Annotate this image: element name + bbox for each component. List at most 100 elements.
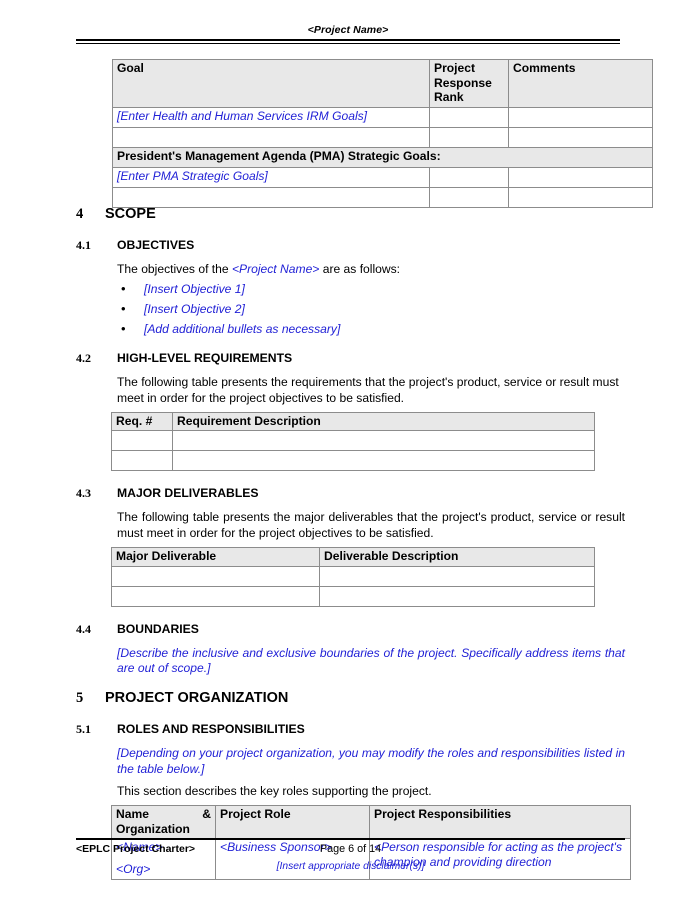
objective-1-text: [Insert Objective 1] — [144, 282, 245, 297]
goals-cell-pma-rank[interactable] — [429, 166, 509, 188]
objective-2-text: [Insert Objective 2] — [144, 302, 245, 317]
list-item[interactable]: • [Insert Objective 1] — [117, 279, 625, 299]
deliverables-col-description: Deliverable Description — [319, 547, 595, 567]
header-rule — [76, 39, 620, 44]
heading-scope-title: SCOPE — [105, 206, 156, 222]
requirements-intro: The following table presents the require… — [117, 375, 619, 405]
goals-cell-pma-comments[interactable] — [508, 166, 653, 188]
heading-roles-title: ROLES AND RESPONSIBILITIES — [117, 722, 305, 737]
heading-boundaries-title: BOUNDARIES — [117, 621, 199, 636]
goals-cell-pma-heading: President's Management Agenda (PMA) Stra… — [112, 146, 653, 168]
footer-disclaimer[interactable]: [Insert appropriate disclaimer(s)] — [76, 860, 625, 873]
heading-objectives-number: 4.1 — [76, 238, 91, 252]
footer-row: <EPLC Project Charter> Page 6 of 14 — [76, 843, 625, 857]
bullet-icon: • — [121, 321, 126, 337]
requirements-col-description: Requirement Description — [172, 411, 595, 432]
document-page: <Project Name> Goal Project Response Ran… — [0, 0, 696, 900]
bullet-icon: • — [121, 301, 126, 317]
list-item[interactable]: • [Add additional bullets as necessary] — [117, 319, 625, 339]
list-item[interactable]: • [Insert Objective 2] — [117, 299, 625, 319]
objectives-intro-before: The objectives of the — [117, 262, 232, 276]
requirements-table-head: Req. # Requirement Description — [111, 411, 595, 432]
requirements-col-req-number: Req. # — [111, 411, 173, 432]
heading-objectives-title: OBJECTIVES — [117, 238, 195, 252]
footer-rule — [76, 838, 625, 840]
deliverables-cell-desc-2[interactable] — [319, 585, 595, 607]
boundaries-placeholder[interactable]: [Describe the inclusive and exclusive bo… — [76, 646, 625, 677]
deliverables-cell-name-2[interactable] — [111, 585, 320, 607]
table-header-row: Req. # Requirement Description — [111, 411, 595, 432]
table-row: [Enter Health and Human Services IRM Goa… — [112, 106, 653, 128]
heading-scope-number: 4 — [76, 206, 84, 222]
roles-col-name-organization: Name & Organization — [111, 805, 216, 840]
heading-scope: 4 SCOPE — [76, 206, 625, 223]
roles-col-organization-word: Organization — [116, 821, 190, 836]
goals-table-head: Goal Project Response Rank Comments — [112, 59, 653, 108]
heading-boundaries-number: 4.4 — [76, 621, 91, 636]
requirements-cell-desc-1[interactable] — [172, 430, 595, 452]
table-row — [111, 585, 595, 607]
goals-cell-rank-blank-2[interactable] — [429, 186, 509, 208]
deliverables-intro: The following table presents the major d… — [117, 510, 625, 540]
bullet-icon: • — [121, 281, 126, 297]
requirements-cell-desc-2[interactable] — [172, 450, 595, 472]
deliverables-cell-desc-1[interactable] — [319, 565, 595, 587]
heading-deliverables-number: 4.3 — [76, 486, 91, 501]
goals-col-project-response-rank: Project Response Rank — [429, 59, 509, 108]
heading-organization-title: PROJECT ORGANIZATION — [105, 690, 289, 707]
heading-roles-number: 5.1 — [76, 722, 91, 737]
objectives-bullet-list: • [Insert Objective 1] • [Insert Objective… — [76, 279, 625, 339]
heading-boundaries: 4.4 BOUNDARIES — [76, 622, 625, 637]
objectives-intro-after: are as follows: — [319, 262, 401, 276]
goals-table: Goal Project Response Rank Comments [Ent… — [112, 59, 653, 208]
table-row — [111, 565, 595, 587]
requirements-table-body — [111, 430, 595, 472]
heading-major-deliverables: 4.3 MAJOR DELIVERABLES — [76, 486, 625, 501]
roles-col-ampersand: & — [202, 807, 211, 822]
page-footer: <EPLC Project Charter> Page 6 of 14 [Ins… — [76, 838, 625, 873]
goals-cell-goal-blank-2[interactable] — [112, 186, 430, 208]
heading-requirements-number: 4.2 — [76, 351, 91, 366]
table-row — [112, 186, 653, 208]
header-project-name: <Project Name> — [307, 24, 389, 36]
heading-roles-responsibilities: 5.1 ROLES AND RESPONSIBILITIES — [76, 722, 625, 737]
goals-col-comments: Comments — [508, 59, 653, 108]
roles-col-name-line1: Name & — [116, 807, 211, 822]
document-body: Goal Project Response Rank Comments [Ent… — [76, 55, 653, 880]
objectives-intro-project-name: <Project Name> — [231, 262, 320, 276]
heading-deliverables-title: MAJOR DELIVERABLES — [117, 486, 259, 501]
deliverables-col-major-deliverable: Major Deliverable — [111, 547, 320, 567]
table-row: [Enter PMA Strategic Goals] — [112, 166, 653, 188]
roles-col-project-responsibilities: Project Responsibilities — [369, 805, 631, 840]
table-row-section: President's Management Agenda (PMA) Stra… — [112, 146, 653, 168]
heading-high-level-requirements: 4.2 HIGH-LEVEL REQUIREMENTS — [76, 351, 625, 366]
roles-col-project-role: Project Role — [215, 805, 370, 840]
deliverables-table-body — [111, 565, 595, 607]
roles-table-head: Name & Organization Project Role Project… — [111, 805, 631, 840]
roles-col-name-word: Name — [116, 807, 149, 822]
goals-cell-pma-placeholder[interactable]: [Enter PMA Strategic Goals] — [112, 166, 430, 188]
heading-objectives: 4.1 OBJECTIVES — [76, 238, 625, 253]
goals-cell-comments-blank[interactable] — [508, 126, 653, 148]
table-header-row: Major Deliverable Deliverable Descriptio… — [111, 547, 595, 567]
goals-cell-comments[interactable] — [508, 106, 653, 128]
goals-cell-rank-blank[interactable] — [429, 126, 509, 148]
goals-cell-goal-blank[interactable] — [112, 126, 430, 148]
goals-cell-irm-placeholder[interactable]: [Enter Health and Human Services IRM Goa… — [112, 106, 430, 128]
footer-document-title: <EPLC Project Charter> — [76, 843, 196, 855]
goals-cell-rank[interactable] — [429, 106, 509, 128]
goals-cell-comments-blank-2[interactable] — [508, 186, 653, 208]
table-header-row: Goal Project Response Rank Comments — [112, 59, 653, 108]
table-header-row: Name & Organization Project Role Project… — [111, 805, 631, 840]
goals-table-body: [Enter Health and Human Services IRM Goa… — [112, 106, 653, 208]
table-row — [112, 126, 653, 148]
objectives-intro: The objectives of the <Project Name> are… — [76, 262, 625, 277]
requirements-cell-num-2[interactable] — [111, 450, 173, 472]
requirements-cell-num-1[interactable] — [111, 430, 173, 452]
deliverables-cell-name-1[interactable] — [111, 565, 320, 587]
objective-3-text: [Add additional bullets as necessary] — [144, 322, 341, 337]
goals-col-goal: Goal — [112, 59, 430, 108]
page-header: <Project Name> — [76, 24, 620, 44]
roles-placeholder[interactable]: [Depending on your project organization,… — [76, 746, 625, 777]
table-row — [111, 430, 595, 452]
